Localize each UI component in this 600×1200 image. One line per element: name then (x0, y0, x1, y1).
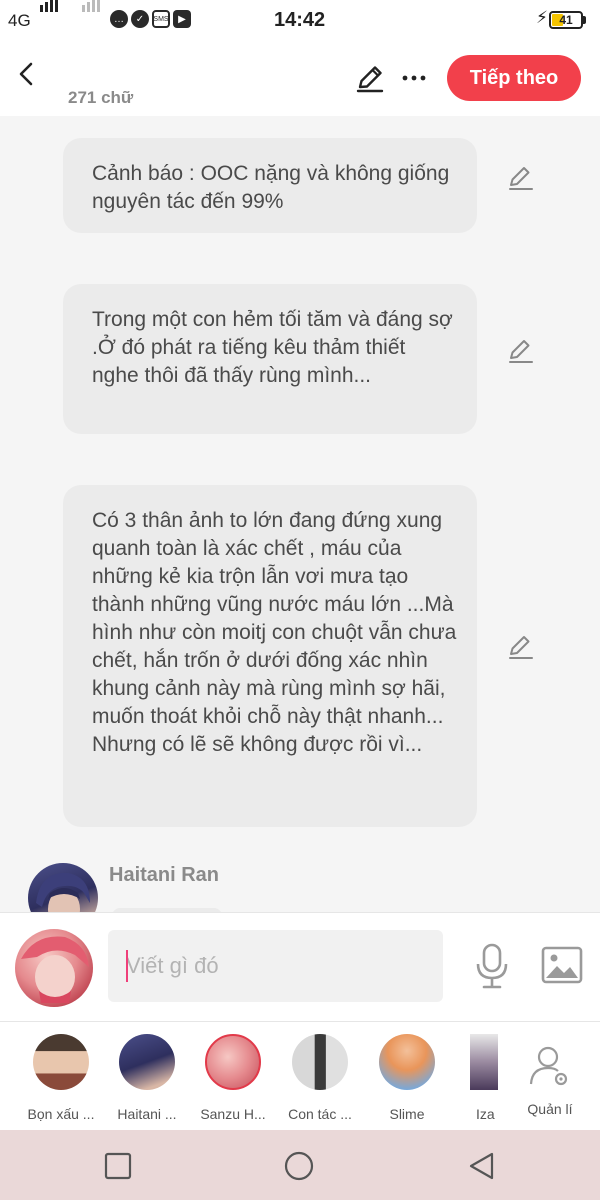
next-button[interactable]: Tiếp theo (447, 55, 581, 101)
check-icon: ✓ (131, 10, 149, 28)
pencil-icon (509, 167, 533, 190)
character-name: Iza (476, 1106, 495, 1122)
triangle-back-icon (469, 1152, 494, 1180)
chevron-left-icon (19, 62, 33, 86)
header: 271 chữ Tiếp theo (0, 40, 600, 116)
circle-icon (284, 1151, 314, 1181)
system-nav-bar (0, 1130, 600, 1200)
youtube-icon: ▶ (173, 10, 191, 28)
speaker-avatar[interactable] (28, 863, 98, 912)
character-avatar (33, 1034, 89, 1090)
network-type: 4G (8, 11, 31, 30)
notification-icons: … ✓ SMS ▶ (110, 10, 191, 28)
more-dots-icon (402, 75, 426, 81)
character-item[interactable]: Iza (450, 1034, 512, 1122)
character-item[interactable]: Con tác ... (277, 1034, 363, 1122)
back-button[interactable] (12, 58, 42, 90)
message-bubble[interactable]: Cảnh báo : OOC nặng và không giống nguyê… (63, 138, 477, 233)
chat-area[interactable]: Cảnh báo : OOC nặng và không giống nguyê… (0, 116, 600, 912)
message-text: Cảnh báo : OOC nặng và không giống nguyê… (92, 162, 450, 213)
voice-input-button[interactable] (474, 942, 510, 990)
message-text: Trong một con hẻm tối tăm và đáng sợ .Ở … (92, 308, 453, 387)
current-character-avatar[interactable] (15, 929, 93, 1007)
pencil-icon (509, 340, 533, 363)
pencil-icon (356, 66, 384, 93)
user-settings-icon (529, 1046, 568, 1086)
speaker-name: Haitani Ran (109, 864, 220, 886)
microphone-icon (476, 943, 508, 989)
character-item[interactable]: Bọn xấu ... (18, 1034, 104, 1122)
chat-bubble-icon: … (110, 10, 128, 28)
character-item[interactable]: Slime (364, 1034, 450, 1122)
character-name: Slime (389, 1106, 425, 1122)
message-bubble[interactable]: Có 3 thân ảnh to lớn đang đứng xung quan… (63, 485, 477, 827)
edit-message-button[interactable] (506, 631, 536, 661)
character-name: Haitani ... (117, 1106, 177, 1122)
character-name: Sanzu H... (200, 1106, 266, 1122)
edit-message-button[interactable] (506, 162, 536, 192)
character-item[interactable]: Haitani ... (104, 1034, 190, 1122)
charging-icon: ⚡ (536, 8, 548, 27)
message-text: Có 3 thân ảnh to lớn đang đứng xung quan… (92, 509, 457, 756)
character-avatar-art (36, 872, 90, 912)
battery-tip (583, 16, 586, 24)
pencil-icon (509, 636, 533, 659)
manage-characters-button[interactable]: Quản lí (518, 1044, 582, 1117)
edit-title-button[interactable] (352, 60, 388, 96)
character-avatar (292, 1034, 348, 1090)
character-avatar (119, 1034, 175, 1090)
back-nav-button[interactable] (466, 1150, 498, 1182)
message-bubble[interactable]: Trong một con hẻm tối tăm và đáng sợ .Ở … (63, 284, 477, 434)
character-name: Con tác ... (288, 1106, 352, 1122)
recent-apps-button[interactable] (102, 1150, 134, 1182)
more-options-button[interactable] (396, 60, 432, 96)
character-avatar (470, 1034, 498, 1090)
manage-label: Quản lí (527, 1101, 573, 1117)
character-avatar (379, 1034, 435, 1090)
character-avatar (205, 1034, 261, 1090)
home-button[interactable] (283, 1150, 315, 1182)
character-name: Bọn xấu ... (27, 1106, 95, 1122)
word-count: 271 chữ (68, 88, 134, 107)
message-input[interactable] (108, 930, 443, 1002)
character-item[interactable]: Sanzu H... (190, 1034, 276, 1122)
status-bar: 4G … ✓ SMS ▶ 14:42 ⚡ 41 (0, 0, 600, 40)
composer-bar (0, 912, 600, 1022)
image-icon (541, 946, 583, 984)
image-picker-button[interactable] (541, 946, 583, 984)
battery-level: 41 (559, 13, 573, 27)
character-avatar-art (21, 936, 89, 1003)
text-cursor (126, 950, 128, 982)
sms-icon: SMS (152, 10, 170, 28)
edit-message-button[interactable] (506, 335, 536, 365)
clock: 14:42 (274, 9, 326, 31)
battery-icon: 41 (549, 11, 583, 29)
character-selector: Bọn xấu ... Haitani ... Sanzu H... Con t… (0, 1022, 600, 1130)
square-icon (104, 1152, 132, 1180)
